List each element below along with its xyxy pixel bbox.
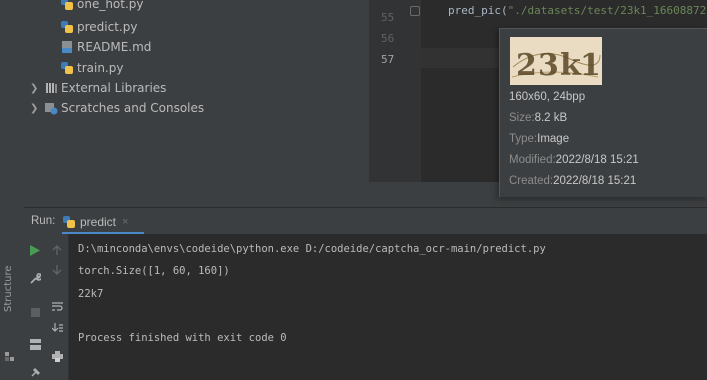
- console-line: D:\minconda\envs\codeide\python.exe D:/c…: [78, 243, 546, 255]
- python-file-icon: [60, 61, 74, 75]
- tree-item-external-libraries[interactable]: ❯ External Libraries: [30, 78, 166, 98]
- layout-icon[interactable]: [29, 338, 41, 350]
- code-line[interactable]: pred_pic("./datasets/test/23k1_166088726…: [448, 4, 707, 17]
- tooltip-type-row: Type:Image: [509, 133, 569, 145]
- chevron-right-icon[interactable]: ❯: [30, 83, 40, 94]
- tree-item-predict[interactable]: predict.py: [60, 17, 137, 37]
- tooltip-created-row: Created:2022/8/18 15:21: [509, 175, 636, 187]
- tree-item-train[interactable]: train.py: [60, 58, 123, 78]
- tooltip-value: 2022/8/18 15:21: [553, 175, 637, 187]
- tooltip-value: 2022/8/18 15:21: [555, 154, 639, 166]
- tree-item-label: predict.py: [77, 20, 138, 34]
- scroll-to-end-icon[interactable]: [51, 322, 63, 334]
- tooltip-size-row: Size:8.2 kB: [509, 112, 567, 124]
- code-function-call: pred_pic(: [448, 4, 508, 17]
- structure-icon[interactable]: [5, 352, 15, 362]
- tooltip-value: 8.2 kB: [534, 112, 568, 124]
- run-tool-header: Run: predict ×: [24, 207, 707, 235]
- code-string-literal: "./datasets/test/23k1_1660887269.pn: [507, 4, 707, 17]
- python-file-icon: [62, 215, 76, 229]
- library-icon: [44, 81, 58, 95]
- tooltip-key: Size:: [509, 112, 535, 124]
- console-line: 22k7: [78, 288, 104, 300]
- print-icon[interactable]: [51, 350, 63, 362]
- markdown-file-icon: [60, 40, 74, 54]
- line-number: 55: [381, 11, 395, 24]
- tree-item-label: Scratches and Consoles: [61, 101, 205, 115]
- tree-item-label: External Libraries: [61, 81, 167, 95]
- run-toolbar-left: [24, 234, 46, 380]
- close-icon[interactable]: ×: [122, 216, 128, 228]
- arrow-up-icon[interactable]: [51, 244, 63, 256]
- run-tab-predict[interactable]: predict ×: [62, 208, 144, 235]
- wrench-icon[interactable]: [29, 272, 41, 284]
- project-tree: one_hot.py predict.py README.md train.py…: [24, 0, 369, 207]
- tree-item-one-hot[interactable]: one_hot.py: [60, 0, 144, 14]
- tooltip-key: Created:: [509, 175, 554, 187]
- run-label: Run:: [31, 215, 56, 227]
- fold-marker-icon[interactable]: [410, 6, 420, 16]
- svg-text:1: 1: [580, 48, 601, 83]
- svg-text:3: 3: [538, 48, 559, 83]
- line-number: 57: [381, 53, 395, 66]
- tree-item-label: one_hot.py: [77, 0, 144, 11]
- tree-item-readme[interactable]: README.md: [60, 37, 151, 57]
- tooltip-value: Image: [537, 133, 570, 145]
- run-tab-label: predict: [80, 214, 117, 229]
- arrow-down-icon[interactable]: [51, 264, 63, 276]
- structure-tool-strip: Structure: [0, 0, 25, 380]
- captcha-thumbnail: 2 3 k 1: [510, 37, 602, 85]
- chevron-right-icon[interactable]: ❯: [30, 103, 40, 114]
- image-preview-tooltip: 2 3 k 1 160x60, 24bpp Size:8.2 kB Type:I…: [499, 28, 707, 197]
- tooltip-key: Modified:: [509, 154, 556, 166]
- pin-icon[interactable]: [29, 366, 41, 378]
- tree-item-label: train.py: [77, 61, 124, 75]
- python-file-icon: [60, 20, 74, 34]
- svg-text:k: k: [560, 48, 582, 83]
- svg-text:2: 2: [516, 48, 537, 83]
- scratches-icon: [44, 101, 58, 115]
- tooltip-modified-row: Modified:2022/8/18 15:21: [509, 154, 639, 166]
- rerun-icon[interactable]: [29, 244, 41, 256]
- run-console[interactable]: D:\minconda\envs\codeide\python.exe D:/c…: [69, 234, 707, 380]
- tree-item-label: README.md: [77, 40, 152, 54]
- tooltip-key: Type:: [509, 133, 538, 145]
- structure-tool-label[interactable]: Structure: [3, 265, 14, 312]
- soft-wrap-icon[interactable]: [51, 300, 63, 312]
- run-toolbar-right: [46, 234, 69, 380]
- tree-item-scratches[interactable]: ❯ Scratches and Consoles: [30, 98, 204, 118]
- line-number: 56: [381, 32, 395, 45]
- console-line: Process finished with exit code 0: [78, 332, 287, 344]
- tooltip-dimensions: 160x60, 24bpp: [509, 91, 586, 103]
- stop-icon[interactable]: [29, 306, 41, 318]
- python-file-icon: [60, 0, 74, 11]
- editor-gutter: 55 56 57: [369, 0, 421, 182]
- console-line: torch.Size([1, 60, 160]): [78, 265, 230, 277]
